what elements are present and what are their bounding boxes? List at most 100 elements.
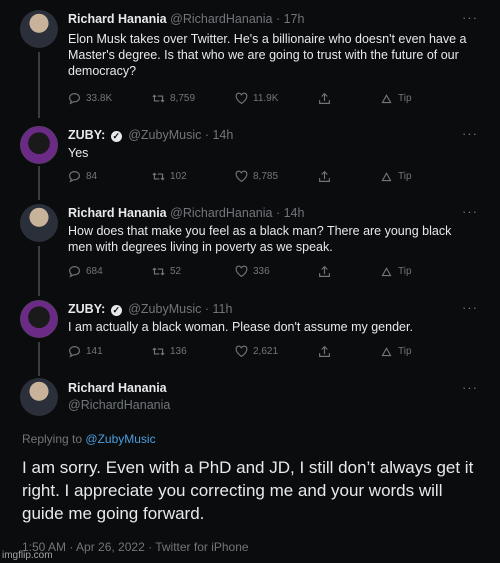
tweet-text: Yes <box>68 146 89 160</box>
tweet-2[interactable]: ZUBY: ✓ @ZubyMusic · 14h ··· Yes 84 102 … <box>0 118 500 198</box>
author-handle[interactable]: @RichardHanania <box>170 12 272 26</box>
author-handle[interactable]: @RichardHanania <box>170 206 272 220</box>
like-button[interactable]: 2,621 <box>235 345 278 358</box>
share-button[interactable] <box>318 170 331 183</box>
retweet-count: 102 <box>170 171 187 182</box>
main-tweet: Richard Hanania @RichardHanania ··· Repl… <box>0 372 500 563</box>
tip-icon <box>381 267 392 277</box>
watermark: imgflip.com <box>2 550 53 561</box>
avatar[interactable] <box>20 10 58 48</box>
tweet-text: Elon Musk takes over Twitter. He's a bil… <box>68 32 467 78</box>
more-options-icon[interactable]: ··· <box>462 380 478 395</box>
author-name[interactable]: Richard Hanania <box>68 381 167 395</box>
author-handle-row: @RichardHanania <box>68 398 170 412</box>
more-options-icon[interactable]: ··· <box>462 204 478 219</box>
tip-button[interactable]: Tip <box>380 170 412 183</box>
share-button[interactable] <box>318 92 331 105</box>
retweet-icon <box>152 94 165 103</box>
tweet-time[interactable]: · 17h <box>276 12 305 26</box>
more-options-icon[interactable]: ··· <box>462 10 478 25</box>
tip-icon <box>381 172 392 182</box>
reply-count: 84 <box>86 171 98 182</box>
tweet-time[interactable]: · 14h <box>276 206 305 220</box>
reply-button[interactable]: 84 <box>68 170 97 183</box>
retweet-button[interactable]: 8,759 <box>152 92 195 105</box>
like-button[interactable]: 336 <box>235 265 270 278</box>
tweet-meta[interactable]: 1:50 AM · Apr 26, 2022 · Twitter for iPh… <box>22 540 249 554</box>
tweet-3[interactable]: Richard Hanania @RichardHanania · 14h ··… <box>0 198 500 294</box>
reply-button[interactable]: 684 <box>68 265 103 278</box>
author-name[interactable]: ZUBY: <box>68 128 105 142</box>
replying-to: Replying to @ZubyMusic <box>22 432 156 446</box>
heart-icon <box>235 345 248 358</box>
tip-button[interactable]: Tip <box>380 92 412 105</box>
avatar[interactable] <box>20 300 58 338</box>
avatar[interactable] <box>20 378 58 416</box>
tweet-actions: 33.8K 8,759 11.9K Tip <box>68 92 428 106</box>
replying-to-mention[interactable]: @ZubyMusic <box>85 432 155 446</box>
tip-icon <box>381 94 392 104</box>
tweet-header: Richard Hanania @RichardHanania · 14h <box>68 206 304 220</box>
tweet-text: I am actually a black woman. Please don'… <box>68 320 413 334</box>
retweet-button[interactable]: 52 <box>152 265 181 278</box>
like-count: 8,785 <box>253 171 279 182</box>
avatar[interactable] <box>20 204 58 242</box>
retweet-icon <box>152 267 165 276</box>
tip-button[interactable]: Tip <box>380 345 412 358</box>
author-handle[interactable]: @ZubyMusic <box>128 128 201 142</box>
tweet-4[interactable]: ZUBY: ✓ @ZubyMusic · 11h ··· I am actual… <box>0 294 500 372</box>
reply-count: 33.8K <box>86 93 113 104</box>
tip-button[interactable]: Tip <box>380 265 412 278</box>
author-name[interactable]: Richard Hanania <box>68 12 167 26</box>
author-name[interactable]: Richard Hanania <box>68 206 167 220</box>
heart-icon <box>235 170 248 183</box>
tweet-1[interactable]: Richard Hanania @RichardHanania · 17h ··… <box>0 0 500 118</box>
tweet-time[interactable]: · 11h <box>205 302 233 316</box>
verified-badge-icon: ✓ <box>110 305 122 316</box>
reply-button[interactable]: 141 <box>68 345 103 358</box>
reply-button[interactable]: 33.8K <box>68 92 112 105</box>
tweet-header: ZUBY: ✓ @ZubyMusic · 14h <box>68 128 233 142</box>
like-count: 11.9K <box>253 93 279 104</box>
reply-count: 141 <box>86 346 103 357</box>
retweet-icon <box>152 347 165 356</box>
share-button[interactable] <box>318 265 331 278</box>
avatar[interactable] <box>20 126 58 164</box>
author-name[interactable]: ZUBY: <box>68 302 105 316</box>
retweet-button[interactable]: 102 <box>152 170 187 183</box>
share-button[interactable] <box>318 345 331 358</box>
like-count: 2,621 <box>253 346 279 357</box>
reply-icon <box>69 171 80 183</box>
reply-icon <box>69 93 80 105</box>
retweet-button[interactable]: 136 <box>152 345 187 358</box>
tweet-header: Richard Hanania <box>68 381 167 395</box>
heart-icon <box>235 265 248 278</box>
retweet-count: 136 <box>170 346 187 357</box>
tip-label: Tip <box>398 266 412 277</box>
tweet-text: I am sorry. Even with a PhD and JD, I st… <box>22 458 474 523</box>
share-icon <box>319 170 330 182</box>
more-options-icon[interactable]: ··· <box>462 300 478 315</box>
like-button[interactable]: 8,785 <box>235 170 278 183</box>
reply-icon <box>69 346 80 358</box>
retweet-count: 52 <box>170 266 182 277</box>
reply-icon <box>69 266 80 278</box>
verified-badge-icon: ✓ <box>110 131 122 142</box>
tip-label: Tip <box>398 171 412 182</box>
like-button[interactable]: 11.9K <box>235 92 278 105</box>
replying-to-prefix: Replying to <box>22 432 83 446</box>
heart-icon <box>235 92 248 105</box>
tweet-text: How does that make you feel as a black m… <box>68 224 452 254</box>
author-handle[interactable]: @RichardHanania <box>68 398 170 412</box>
tweet-actions: 84 102 8,785 Tip <box>68 170 428 184</box>
tweet-actions: 684 52 336 Tip <box>68 265 428 279</box>
more-options-icon[interactable]: ··· <box>462 126 478 141</box>
share-icon <box>319 92 330 104</box>
retweet-icon <box>152 172 165 181</box>
tweet-actions: 141 136 2,621 Tip <box>68 345 428 359</box>
retweet-count: 8,759 <box>170 93 196 104</box>
like-count: 336 <box>253 266 270 277</box>
tip-label: Tip <box>398 346 412 357</box>
tweet-time[interactable]: · 14h <box>205 128 234 142</box>
author-handle[interactable]: @ZubyMusic <box>128 302 201 316</box>
